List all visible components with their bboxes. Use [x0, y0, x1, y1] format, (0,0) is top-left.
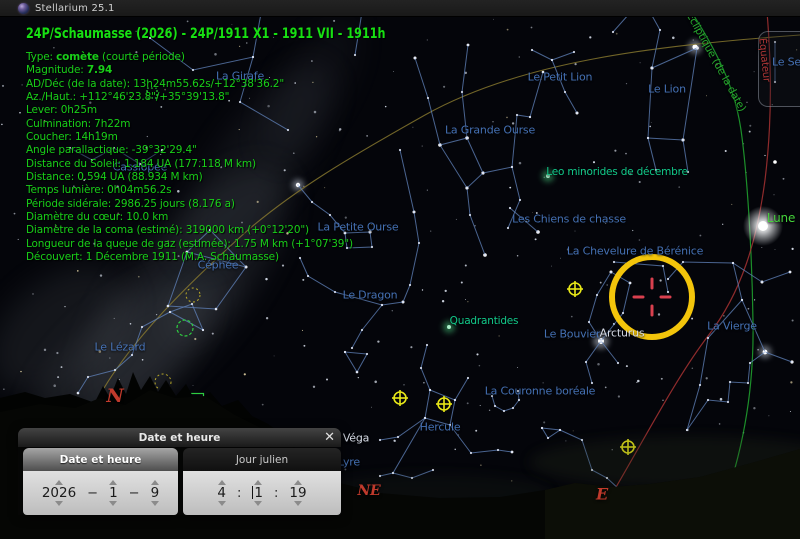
tab-jour-julien[interactable]: Jour julien — [183, 448, 341, 471]
minute-field[interactable]: 1 — [249, 486, 266, 500]
constellation-line-grande-ourse — [529, 71, 544, 118]
minute-spinner: 1 — [249, 480, 266, 506]
tab-date-et-heure[interactable]: Date et heure — [23, 448, 178, 471]
constellation-line-vierge — [732, 262, 766, 353]
constellation-line-grande-ourse — [466, 187, 486, 256]
date-separator: − — [128, 485, 140, 501]
month-spinner: 1 — [106, 480, 121, 506]
time-separator: : — [274, 485, 279, 501]
meteor-radiant-marker[interactable] — [436, 396, 452, 412]
constellation-line-grande-ourse — [414, 57, 441, 146]
comet-radiant-glow[interactable] — [542, 170, 554, 182]
constellation-line-vierge — [764, 351, 793, 363]
constellation-line-hercule — [449, 424, 513, 454]
celestial-equator-line — [611, 0, 771, 495]
stellarium-window: La Girafe Le Petit Lion Le Lion La Grande O… — [0, 0, 800, 539]
window-title: Stellarium 25.1 — [35, 2, 115, 14]
constellation-line-chiens-de-chasse — [509, 207, 539, 233]
constellation-line-lion — [647, 137, 657, 171]
constellation-line-hercule — [420, 344, 431, 391]
time-separator: : — [237, 485, 242, 501]
stellarium-logo-icon — [18, 2, 29, 14]
time-spinners: 4 : 1 : 19 — [183, 471, 341, 515]
month-down-arrow[interactable] — [109, 501, 118, 506]
ecliptic-line — [683, 0, 754, 469]
close-icon[interactable]: ✕ — [324, 429, 335, 446]
date-separator: − — [87, 485, 99, 501]
selected-object-marker — [609, 254, 695, 340]
collapsed-panel-corner — [758, 31, 800, 107]
constellation-line-couronne — [491, 390, 520, 412]
constellation-line-dragon — [299, 257, 404, 306]
day-field[interactable]: 9 — [148, 486, 163, 500]
hour-field[interactable]: 4 — [214, 486, 229, 500]
meteor-radiant-marker[interactable] — [567, 281, 583, 297]
constellation-line-bouvier — [600, 340, 619, 364]
constellation-line-grande-ourse — [507, 166, 521, 229]
meteor-radiant-marker[interactable] — [392, 390, 408, 406]
comet-radiant-glow[interactable] — [443, 321, 455, 333]
constellation-line-bouvier — [588, 271, 631, 342]
month-field[interactable]: 1 — [106, 486, 121, 500]
day-down-arrow[interactable] — [150, 501, 159, 506]
year-field[interactable]: 2026 — [39, 486, 79, 500]
constellation-line-dragon — [344, 351, 368, 373]
constellation-line-serpent — [541, 427, 562, 439]
hour-down-arrow[interactable] — [217, 501, 226, 506]
constellation-line-vierge — [686, 299, 743, 431]
constellation-line-lion — [647, 47, 698, 141]
minute-down-arrow[interactable] — [253, 501, 262, 506]
constellation-line-dragon — [399, 149, 420, 303]
moon[interactable] — [743, 206, 783, 246]
window-titlebar: Stellarium 25.1 — [0, 0, 800, 17]
dso-marker-square[interactable] — [146, 87, 158, 99]
constellation-line-hercule — [379, 417, 426, 477]
dialog-body: Date et heure 2026 − 1 − 9 Jour julien 4… — [18, 447, 341, 515]
second-down-arrow[interactable] — [293, 501, 302, 506]
date-time-dialog: Date et heure ✕ Date et heure 2026 − 1 −… — [18, 428, 341, 515]
dialog-title: Date et heure — [138, 431, 221, 444]
constellation-line-petite-ourse — [297, 184, 373, 249]
year-spinner: 2026 — [39, 480, 79, 506]
constellation-line-petit-lion — [551, 51, 575, 61]
constellation-line-grande-ourse — [439, 114, 531, 189]
hour-spinner: 4 — [214, 480, 229, 506]
second-field[interactable]: 19 — [286, 486, 309, 500]
second-spinner: 19 — [286, 480, 309, 506]
constellation-line-hercule — [454, 377, 469, 401]
constellation-line-lion — [612, 11, 661, 69]
date-spinners: 2026 − 1 − 9 — [23, 471, 178, 515]
day-spinner: 9 — [148, 480, 163, 506]
year-down-arrow[interactable] — [54, 501, 63, 506]
constellation-line-lion — [682, 139, 689, 173]
dialog-titlebar[interactable]: Date et heure ✕ — [18, 428, 341, 447]
constellation-line-cassiopee — [69, 147, 163, 165]
